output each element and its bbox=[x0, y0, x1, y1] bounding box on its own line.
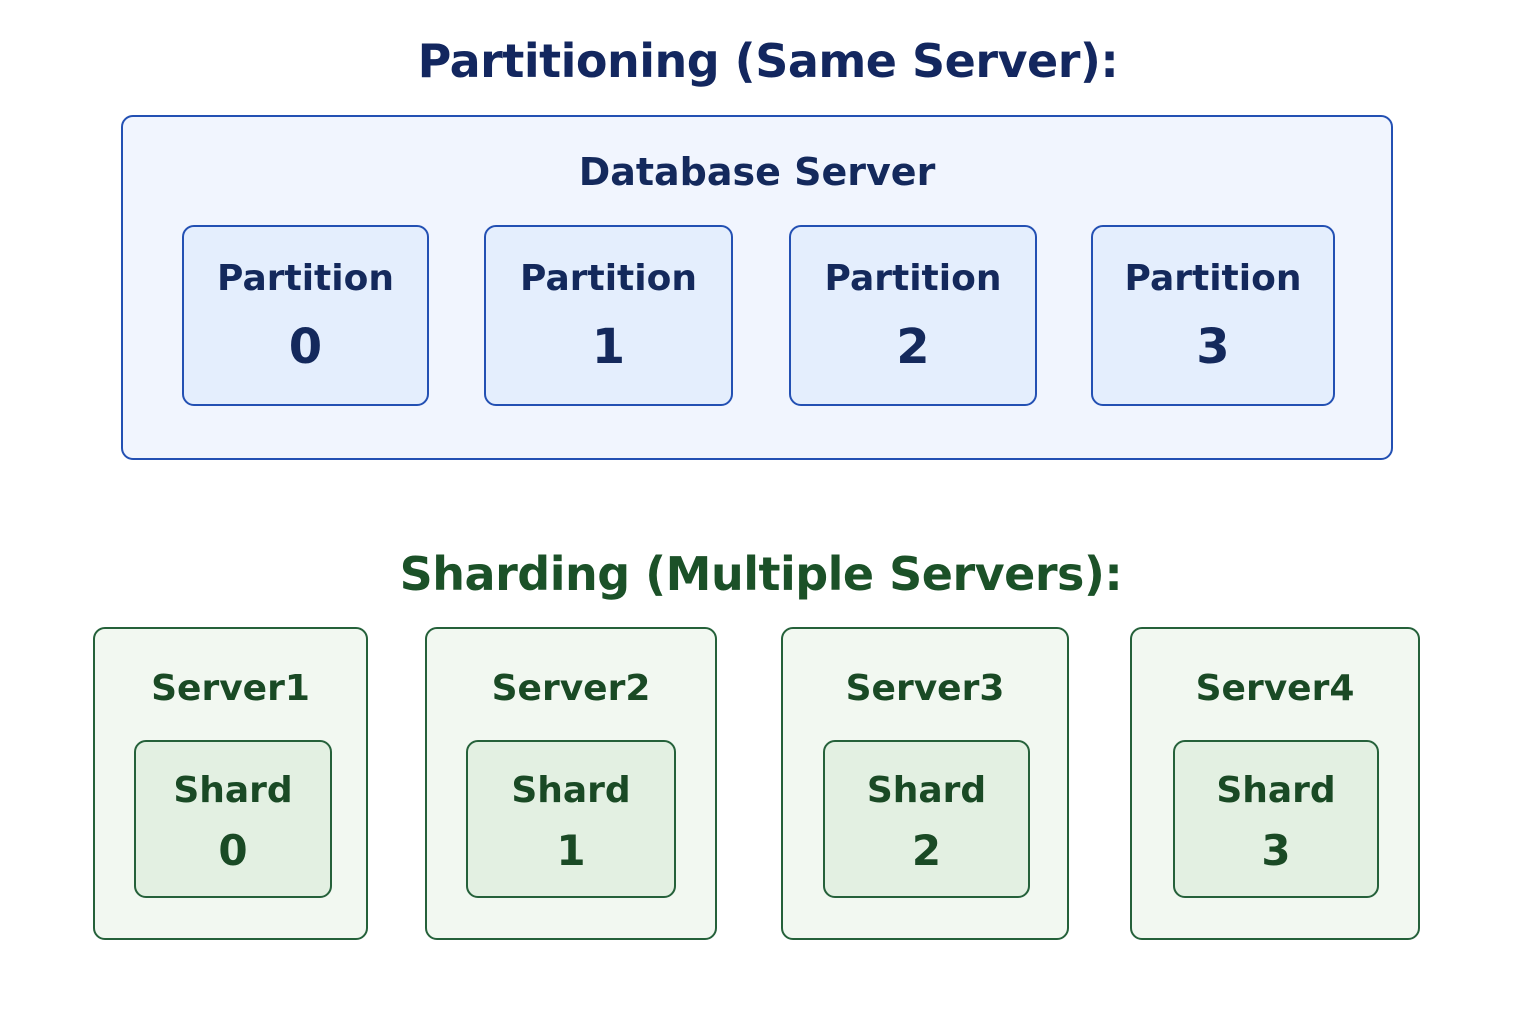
partitioning-title: Partitioning (Same Server): bbox=[417, 34, 1119, 88]
database-server-label: Database Server bbox=[578, 150, 936, 194]
shard-box-1: Shard 1 bbox=[466, 740, 676, 898]
server-box-4: Server4 Shard 3 bbox=[1130, 627, 1420, 940]
partition-box-3: Partition 3 bbox=[1091, 225, 1335, 406]
server-box-3: Server3 Shard 2 bbox=[781, 627, 1069, 940]
partition-number: 0 bbox=[288, 319, 323, 375]
partition-number: 2 bbox=[896, 319, 930, 375]
shard-number: 1 bbox=[556, 826, 586, 875]
shard-box-0: Shard 0 bbox=[134, 740, 332, 898]
server-label: Server2 bbox=[491, 668, 651, 709]
shard-label: Shard bbox=[1216, 770, 1336, 811]
shard-label: Shard bbox=[511, 770, 631, 811]
shard-number: 0 bbox=[218, 826, 248, 875]
partition-label: Partition bbox=[1124, 258, 1302, 299]
shard-box-2: Shard 2 bbox=[823, 740, 1030, 898]
server-label: Server3 bbox=[845, 668, 1005, 709]
sharding-title: Sharding (Multiple Servers): bbox=[399, 547, 1123, 601]
partition-label: Partition bbox=[217, 258, 394, 299]
server-box-2: Server2 Shard 1 bbox=[425, 627, 717, 940]
shard-box-3: Shard 3 bbox=[1173, 740, 1379, 898]
shard-label: Shard bbox=[866, 770, 987, 811]
server-label: Server1 bbox=[151, 668, 310, 709]
partition-label: Partition bbox=[520, 258, 697, 299]
partition-number: 1 bbox=[591, 319, 626, 375]
partition-box-1: Partition 1 bbox=[484, 225, 733, 406]
partition-label: Partition bbox=[824, 258, 1002, 299]
server-box-1: Server1 Shard 0 bbox=[93, 627, 368, 940]
partition-box-2: Partition 2 bbox=[789, 225, 1037, 406]
shard-number: 3 bbox=[1261, 826, 1291, 875]
server-label: Server4 bbox=[1195, 668, 1355, 709]
shard-number: 2 bbox=[911, 826, 942, 875]
shard-label: Shard bbox=[173, 770, 293, 811]
partition-number: 3 bbox=[1196, 319, 1230, 375]
partition-box-0: Partition 0 bbox=[182, 225, 429, 406]
